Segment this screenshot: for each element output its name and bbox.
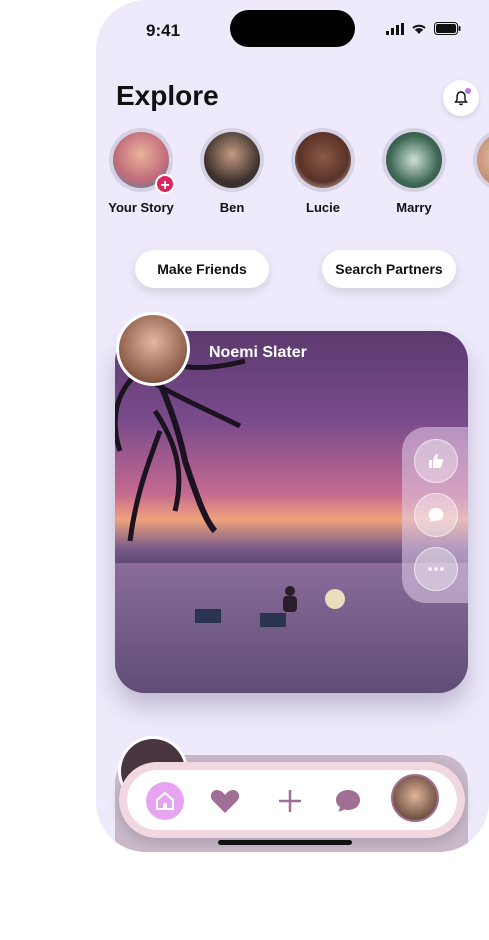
avatar: [477, 132, 489, 188]
story-label: C: [470, 200, 489, 215]
more-options-button[interactable]: [414, 547, 458, 591]
story-ring: [291, 128, 355, 192]
tab-home[interactable]: [144, 780, 186, 822]
bottom-tab-bar: [119, 762, 465, 838]
home-icon: [146, 782, 184, 820]
status-time: 9:41: [146, 21, 181, 40]
story-lucie[interactable]: Lucie: [288, 128, 358, 215]
add-story-icon[interactable]: +: [155, 174, 175, 194]
more-dots-icon: [428, 567, 444, 571]
comment-button[interactable]: [414, 493, 458, 537]
notification-dot: [465, 88, 471, 94]
avatar: [295, 132, 351, 188]
avatar: [386, 132, 442, 188]
search-partners-button[interactable]: Search Partners: [322, 250, 456, 288]
story-label: Lucie: [306, 200, 340, 215]
dynamic-island: [230, 10, 355, 47]
tab-create[interactable]: [269, 780, 311, 822]
wifi-icon: [412, 24, 426, 34]
chat-bubble-icon: [336, 790, 360, 812]
battery-icon: [434, 22, 461, 35]
story-ring: [382, 128, 446, 192]
make-friends-button[interactable]: Make Friends: [135, 250, 269, 288]
tab-profile[interactable]: [391, 774, 439, 822]
story-your-story[interactable]: + Your Story: [106, 128, 176, 215]
tab-favorites[interactable]: [204, 780, 246, 822]
tab-messages[interactable]: [327, 780, 369, 822]
like-button[interactable]: [414, 439, 458, 483]
avatar: [204, 132, 260, 188]
post-author-avatar[interactable]: [116, 312, 190, 386]
post-author-name[interactable]: Noemi Slater: [209, 344, 307, 362]
thumbs-up-icon: [429, 454, 444, 468]
avatar: [119, 315, 187, 383]
phone-screen: 9:41 Explore + Your Story Ben Lucie Marr…: [96, 0, 489, 852]
story-label: Marry: [396, 200, 432, 215]
home-indicator: [218, 840, 352, 845]
story-partial[interactable]: C: [470, 128, 489, 215]
story-label: Ben: [219, 200, 245, 215]
story-marry[interactable]: Marry: [379, 128, 449, 215]
story-label: Your Story: [108, 200, 174, 215]
signal-icon: [386, 22, 404, 35]
chat-bubble-icon: [428, 508, 444, 522]
stories-row: + Your Story Ben Lucie Marry C: [106, 128, 489, 228]
plus-icon: [279, 790, 301, 812]
notifications-button[interactable]: [443, 80, 479, 116]
beach-people-image: [195, 586, 345, 627]
profile-avatar: [391, 774, 439, 822]
status-icons: [386, 22, 461, 35]
heart-icon: [210, 790, 240, 813]
post-actions-panel: [402, 427, 468, 603]
story-ring: [200, 128, 264, 192]
story-ring: [473, 128, 489, 192]
page-title: Explore: [116, 80, 219, 111]
status-bar: 9:41: [96, 0, 489, 56]
story-ben[interactable]: Ben: [197, 128, 267, 215]
story-ring: +: [109, 128, 175, 194]
